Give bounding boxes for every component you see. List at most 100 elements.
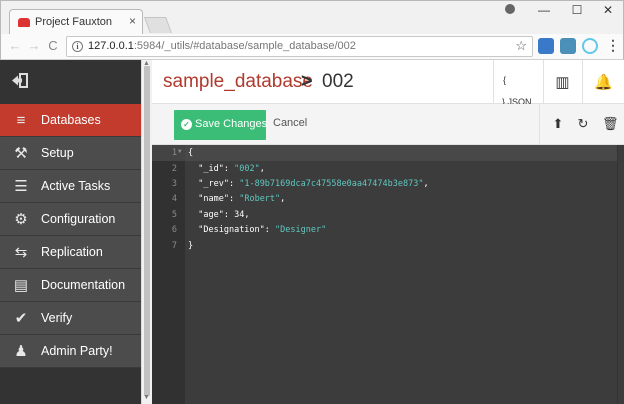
sidebar-item-replication[interactable]: ⇆ Replication xyxy=(0,236,141,269)
sidebar-item-label: Setup xyxy=(41,146,74,160)
forward-arrow-icon[interactable]: → xyxy=(26,38,42,53)
json-value: 34 xyxy=(234,210,245,220)
code-line: "_id": "002", xyxy=(188,164,265,174)
sidebar-item-setup[interactable]: ⚒ Setup xyxy=(0,137,141,170)
tab-title: Project Fauxton xyxy=(35,16,113,28)
page-header: sample_database > 002 { } JSON ▥ 🔔 xyxy=(152,60,624,107)
json-value: "002" xyxy=(234,164,260,174)
delete-icon[interactable]: 🗑 xyxy=(602,116,619,132)
minimize-button[interactable]: — xyxy=(529,3,559,21)
url-host: 127.0.0.1 xyxy=(88,40,134,52)
close-window-button[interactable]: ✕ xyxy=(593,3,623,21)
notifications-button[interactable]: 🔔 xyxy=(582,60,624,104)
wrench-icon: ⚒ xyxy=(14,145,28,162)
sidebar-item-label: Admin Party! xyxy=(41,344,113,358)
scroll-down-icon[interactable]: ▼ xyxy=(143,394,150,401)
gear-icon: ⚙ xyxy=(14,211,28,228)
json-key: "_id" xyxy=(198,164,224,174)
breadcrumb-document: 002 xyxy=(322,71,354,92)
line-number: 5 xyxy=(171,210,177,220)
sidebar-scrollbar[interactable]: ▲ ▼ xyxy=(141,60,152,404)
json-editor[interactable]: 1 ▼ 2 3 4 5 6 7 { "_id": "002", "_rev": … xyxy=(152,145,624,404)
sidebar-item-label: Active Tasks xyxy=(41,179,111,193)
json-comma: , xyxy=(423,179,429,189)
sidebar-item-admin-party[interactable]: ♟ Admin Party! xyxy=(0,335,141,368)
json-value: "Designer" xyxy=(275,225,327,235)
sidebar: ≡ Databases ⚒ Setup ☰ Active Tasks ⚙ Con… xyxy=(0,60,141,404)
documentation-button[interactable]: ▥ xyxy=(543,60,581,104)
url-path: :5984/_utils/#database/sample_database/0… xyxy=(133,40,356,52)
browser-titlebar: Project Fauxton × — ☐ ✕ xyxy=(0,0,624,36)
json-brace-icon: { xyxy=(503,75,507,85)
line-number: 1 xyxy=(171,148,177,158)
json-key: "Designation" xyxy=(198,225,265,235)
line-number: 4 xyxy=(171,194,177,204)
sidebar-item-label: Databases xyxy=(41,113,101,127)
breadcrumb-chevron-icon: > xyxy=(301,71,313,92)
book-icon: ▤ xyxy=(13,277,29,294)
code-line: "Designation": "Designer" xyxy=(188,225,326,235)
json-value: "Robert" xyxy=(239,194,281,204)
bookmark-star-icon[interactable]: ☆ xyxy=(515,38,527,54)
extension-react-icon[interactable] xyxy=(582,38,598,54)
upload-icon[interactable]: ⬆ xyxy=(550,116,566,132)
json-button[interactable]: { } JSON xyxy=(493,60,540,107)
extension-download-icon[interactable] xyxy=(538,38,554,54)
maximize-button[interactable]: ☐ xyxy=(562,3,592,21)
line-number: 3 xyxy=(171,179,177,189)
json-key: "name" xyxy=(198,194,229,204)
json-colon: : xyxy=(228,179,240,189)
browser-toolbar: ← → C i 127.0.0.1:5984/_utils/#database/… xyxy=(0,34,624,60)
save-changes-label: Save Changes xyxy=(195,118,268,130)
json-key: "age" xyxy=(198,210,224,220)
sidebar-toggle[interactable] xyxy=(0,60,141,104)
refresh-icon[interactable]: ↻ xyxy=(575,116,591,132)
open-brace: { xyxy=(188,148,194,158)
json-colon: : xyxy=(264,225,276,235)
fold-arrow-icon[interactable]: ▼ xyxy=(178,148,182,155)
check-circle-icon: ✔ xyxy=(14,310,28,327)
user-icon: ♟ xyxy=(14,343,28,360)
breadcrumb-database[interactable]: sample_database xyxy=(163,71,313,93)
sidebar-item-configuration[interactable]: ⚙ Configuration xyxy=(0,203,141,236)
tab-close-icon[interactable]: × xyxy=(129,14,136,28)
scrollbar-thumb[interactable] xyxy=(144,66,150,396)
profile-icon[interactable] xyxy=(505,4,515,14)
site-info-icon[interactable]: i xyxy=(72,41,83,52)
tasks-icon: ☰ xyxy=(14,178,28,195)
json-comma: , xyxy=(244,210,250,220)
sidebar-item-verify[interactable]: ✔ Verify xyxy=(0,302,141,335)
active-code-line xyxy=(185,145,624,161)
extension-printer-icon[interactable] xyxy=(560,38,576,54)
editor-scroll-edge xyxy=(617,145,624,404)
sidebar-item-documentation[interactable]: ▤ Documentation xyxy=(0,269,141,302)
back-arrow-icon[interactable]: ← xyxy=(7,38,23,53)
reload-icon[interactable]: C xyxy=(45,38,61,53)
json-colon: : xyxy=(228,194,240,204)
url-text[interactable]: 127.0.0.1:5984/_utils/#database/sample_d… xyxy=(88,40,356,52)
json-comma: , xyxy=(280,194,286,204)
book-icon: ▥ xyxy=(555,74,570,91)
sidebar-item-active-tasks[interactable]: ☰ Active Tasks xyxy=(0,170,141,203)
sidebar-item-label: Verify xyxy=(41,311,73,325)
json-key: "_rev" xyxy=(198,179,229,189)
address-bar[interactable]: i 127.0.0.1:5984/_utils/#database/sample… xyxy=(66,36,533,57)
divider xyxy=(539,104,540,145)
json-value: "1-89b7169dca7c47558e0aa47474b3e873" xyxy=(239,179,424,189)
sidebar-item-databases[interactable]: ≡ Databases xyxy=(0,104,141,137)
line-number: 7 xyxy=(171,241,177,251)
new-tab-button[interactable] xyxy=(144,17,172,33)
json-colon: : xyxy=(223,164,235,174)
cancel-button[interactable]: Cancel xyxy=(273,117,307,129)
sign-out-icon[interactable] xyxy=(11,73,28,88)
code-line: { xyxy=(188,148,193,158)
browser-menu-icon[interactable]: ⋮ xyxy=(606,37,620,54)
couchdb-favicon-icon xyxy=(18,18,30,27)
document-action-bar: ✓ Save Changes Cancel ⬆ ↻ 🗑 xyxy=(152,104,624,145)
replication-icon: ⇆ xyxy=(14,244,28,261)
code-line: "_rev": "1-89b7169dca7c47558e0aa47474b3e… xyxy=(188,179,429,189)
browser-tab[interactable]: Project Fauxton × xyxy=(9,9,143,36)
save-changes-button[interactable]: ✓ Save Changes xyxy=(174,110,268,140)
json-colon: : xyxy=(223,210,235,220)
code-line: "name": "Robert", xyxy=(188,194,285,204)
